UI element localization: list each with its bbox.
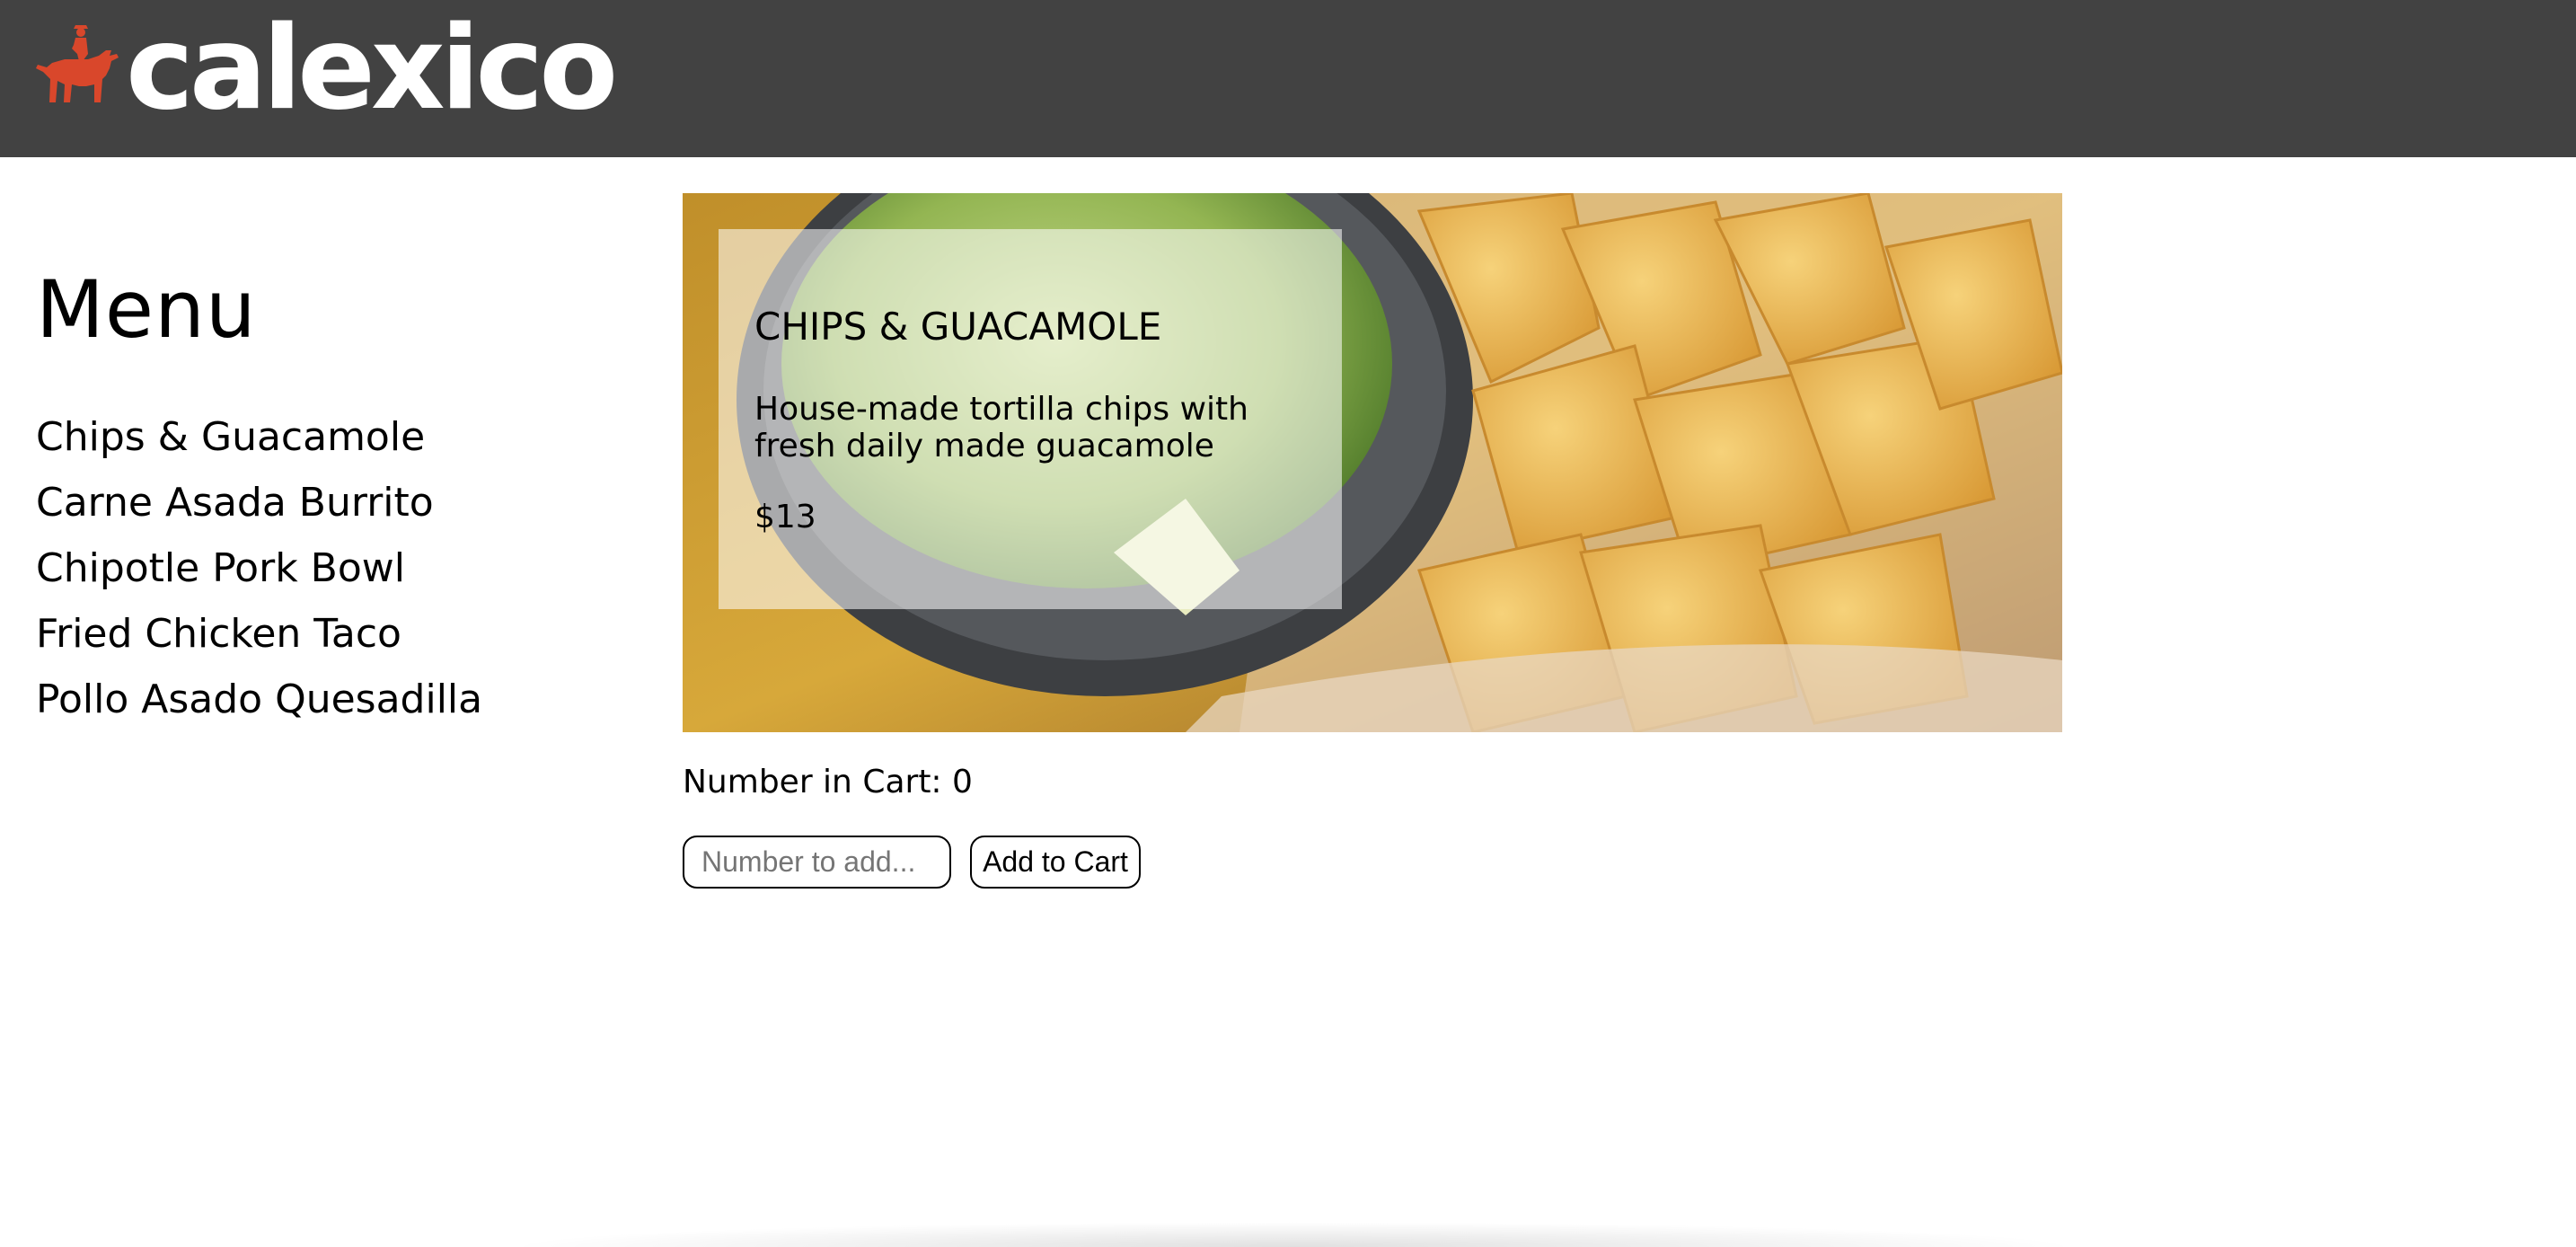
menu-title: Menu	[36, 263, 257, 356]
logo-text: calexico	[126, 2, 618, 136]
quantity-input[interactable]	[683, 836, 951, 889]
menu-sidebar: Menu Chips & Guacamole Carne Asada Burri…	[36, 261, 611, 732]
item-price: $13	[754, 499, 816, 535]
site-header: calexico	[0, 0, 2576, 157]
menu-item-chipotle-pork-bowl[interactable]: Chipotle Pork Bowl	[36, 535, 611, 601]
menu-list: Chips & Guacamole Carne Asada Burrito Ch…	[36, 404, 611, 732]
item-info-card: CHIPS & GUACAMOLE House-made tortilla ch…	[719, 229, 1342, 609]
cart-count: Number in Cart: 0	[683, 764, 973, 800]
menu-item-pollo-asado-quesadilla[interactable]: Pollo Asado Quesadilla	[36, 667, 611, 732]
menu-item-fried-chicken-taco[interactable]: Fried Chicken Taco	[36, 601, 611, 667]
footer-shadow	[503, 1222, 2084, 1247]
bull-rider-icon	[36, 25, 119, 102]
item-description: House-made tortilla chips with fresh dai…	[754, 391, 1248, 464]
menu-item-chips-guacamole[interactable]: Chips & Guacamole	[36, 404, 611, 470]
brand-logo[interactable]: calexico	[34, 2, 618, 136]
menu-item-carne-asada-burrito[interactable]: Carne Asada Burrito	[36, 470, 611, 535]
item-name: CHIPS & GUACAMOLE	[754, 305, 1162, 349]
item-hero: CHIPS & GUACAMOLE House-made tortilla ch…	[683, 193, 2062, 732]
add-to-cart-button[interactable]: Add to Cart	[970, 836, 1141, 889]
